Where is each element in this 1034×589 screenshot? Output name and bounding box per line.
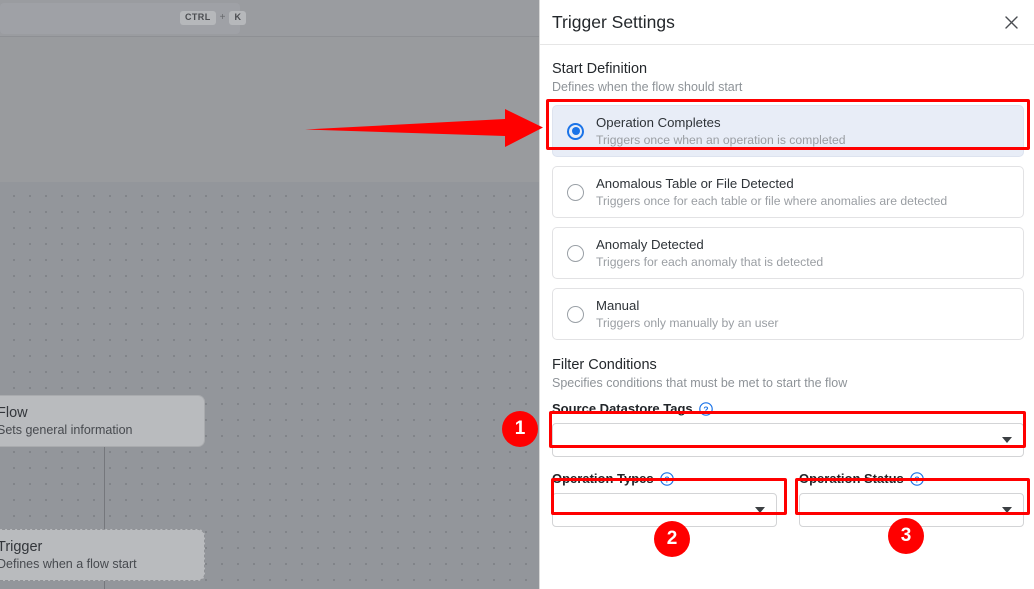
option-description: Triggers once when an operation is compl…	[596, 132, 846, 147]
panel-header: Trigger Settings	[540, 0, 1034, 45]
page-title: Trigger Settings	[552, 11, 675, 32]
radio-manual[interactable]	[567, 305, 584, 323]
option-description: Triggers only manually by an user	[596, 315, 779, 330]
canvas-grid	[0, 182, 539, 589]
operation-fields-row: Operation Types ? Operation Status ?	[552, 471, 1024, 527]
svg-text:?: ?	[664, 474, 669, 484]
help-circle-icon[interactable]: ?	[698, 401, 713, 416]
option-description: Triggers for each anomaly that is detect…	[596, 254, 824, 269]
panel-body: Start Definition Defines when the flow s…	[540, 45, 1034, 527]
field-label-text: Operation Status	[799, 471, 904, 486]
radio-operation-completes[interactable]	[567, 122, 584, 140]
flow-node[interactable]: Flow Sets general information	[0, 395, 205, 447]
option-label: Manual	[596, 297, 640, 313]
trigger-type-options: Operation Completes Triggers once when a…	[552, 105, 1024, 340]
svg-text:?: ?	[703, 404, 708, 414]
kbd-k: K	[229, 11, 247, 25]
trigger-node-title: Trigger	[0, 538, 43, 555]
trigger-node[interactable]: Trigger Defines when a flow start	[0, 529, 205, 581]
operation-types-select[interactable]	[552, 493, 777, 527]
filter-conditions-title: Filter Conditions	[552, 357, 657, 373]
svg-text:?: ?	[914, 474, 919, 484]
source-datastore-tags-select[interactable]	[552, 423, 1024, 457]
trigger-node-subtitle: Defines when a flow start	[0, 556, 137, 571]
app-root: Flow Sets general information Trigger De…	[0, 0, 1034, 589]
search-shortcut-hint: CTRL + K	[180, 11, 247, 25]
start-definition-subtitle: Defines when the flow should start	[552, 80, 743, 94]
kbd-ctrl: CTRL	[180, 11, 216, 25]
option-label: Anomalous Table or File Detected	[596, 175, 794, 191]
operation-status-field: Operation Status ?	[799, 471, 1024, 527]
trigger-settings-panel: Trigger Settings Start Definition Define…	[539, 0, 1034, 589]
start-definition-section: Start Definition Defines when the flow s…	[552, 61, 1024, 340]
field-label-text: Operation Types	[552, 471, 654, 486]
flow-canvas[interactable]: Flow Sets general information Trigger De…	[0, 0, 539, 589]
operation-status-label: Operation Status ?	[799, 471, 1024, 486]
flow-node-title: Flow	[0, 404, 28, 421]
operation-types-field: Operation Types ?	[552, 471, 777, 527]
flow-node-subtitle: Sets general information	[0, 422, 133, 437]
canvas-toolbar: CTRL + K	[0, 0, 539, 37]
filter-conditions-subtitle: Specifies conditions that must be met to…	[552, 376, 848, 390]
help-circle-icon[interactable]: ?	[659, 471, 674, 486]
chevron-down-icon	[755, 507, 765, 513]
option-anomaly-detected[interactable]: Anomaly Detected Triggers for each anoma…	[552, 227, 1024, 279]
option-label: Operation Completes	[596, 114, 721, 130]
help-circle-icon[interactable]: ?	[909, 471, 924, 486]
operation-types-label: Operation Types ?	[552, 471, 777, 486]
operation-status-select[interactable]	[799, 493, 1024, 527]
kbd-plus: +	[219, 12, 226, 23]
close-icon[interactable]	[998, 9, 1024, 35]
field-label-text: Source Datastore Tags	[552, 401, 693, 416]
source-datastore-tags-label: Source Datastore Tags ?	[552, 401, 1024, 416]
source-datastore-tags-field: Source Datastore Tags ?	[552, 401, 1024, 457]
option-manual[interactable]: Manual Triggers only manually by an user	[552, 288, 1024, 340]
option-operation-completes[interactable]: Operation Completes Triggers once when a…	[552, 105, 1024, 157]
chevron-down-icon	[1002, 437, 1012, 443]
chevron-down-icon	[1002, 507, 1012, 513]
filter-conditions-section: Filter Conditions Specifies conditions t…	[552, 357, 1024, 527]
option-anomalous-table-or-file-detected[interactable]: Anomalous Table or File Detected Trigger…	[552, 166, 1024, 218]
option-description: Triggers once for each table or file whe…	[596, 193, 948, 208]
radio-anomaly-detected[interactable]	[567, 244, 584, 262]
option-label: Anomaly Detected	[596, 236, 704, 252]
start-definition-title: Start Definition	[552, 61, 648, 77]
radio-anomalous-table-or-file-detected[interactable]	[567, 183, 584, 201]
